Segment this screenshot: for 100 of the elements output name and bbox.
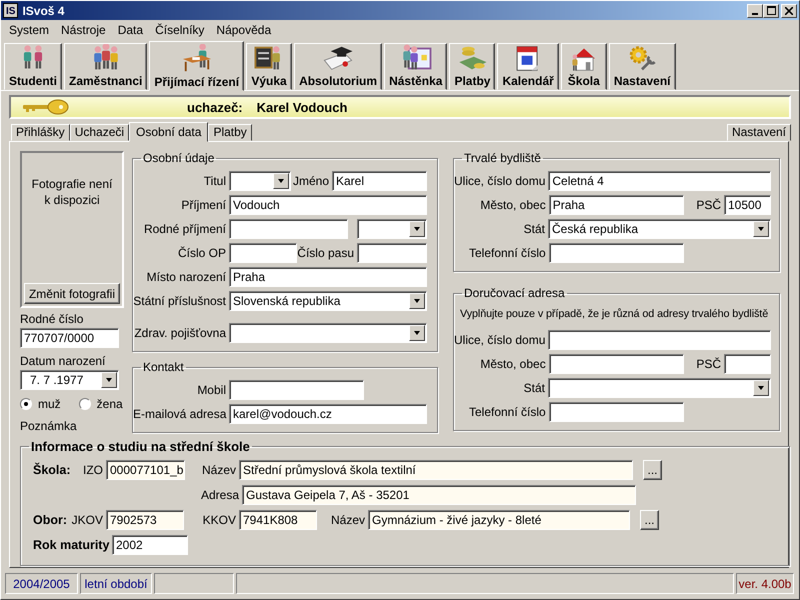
radio-button[interactable]: žena [78, 397, 123, 411]
module-tab[interactable]: Přijímací řízení [149, 41, 244, 91]
module-tab[interactable]: Škola [560, 43, 607, 90]
input-field[interactable]: Karel [332, 171, 427, 191]
group-title: Trvalé bydliště [463, 151, 542, 165]
tab[interactable]: Nastavení [726, 124, 791, 141]
input-field[interactable]: Gustava Geipela 7, Aš - 35201 [242, 485, 636, 505]
field-label: Telefonní číslo [468, 246, 546, 260]
field-label: Datum narození [20, 354, 106, 368]
menu-item[interactable]: Nápověda [210, 23, 278, 37]
menu-item[interactable]: Číselníky [149, 23, 210, 37]
dropdown-field[interactable] [548, 378, 771, 398]
module-tab[interactable]: Nástěnka [384, 43, 448, 90]
field-label: Stát [524, 222, 545, 236]
field-label: Rodné číslo [20, 312, 84, 326]
tab[interactable]: Platby [208, 124, 252, 141]
field-label: PSČ [696, 198, 721, 212]
field-label: Název [330, 513, 365, 527]
module-tab[interactable]: Studenti [4, 43, 62, 90]
input-field[interactable]: karel@vodouch.cz [229, 404, 427, 424]
input-field[interactable] [548, 354, 684, 374]
input-field[interactable]: 000077101_b [106, 460, 185, 480]
input-field[interactable]: Praha [548, 195, 684, 215]
input-field[interactable] [548, 330, 772, 350]
field-label: Stát [524, 381, 545, 395]
input-field[interactable] [229, 219, 348, 239]
row-heading: Obor: [33, 513, 68, 527]
dropdown-button[interactable] [409, 221, 425, 237]
field-label: Státní příslušnost [133, 294, 226, 308]
input-field[interactable] [229, 243, 298, 263]
menu-item[interactable]: Nástroje [55, 23, 112, 37]
field-label: Číslo OP [178, 246, 226, 260]
module-tab[interactable]: Platby [449, 43, 496, 90]
input-field[interactable]: 770707/0000 [20, 328, 119, 348]
app-logo: IS [3, 3, 18, 18]
tab[interactable]: Osobní data [129, 122, 208, 142]
module-tab[interactable]: Nastavení [608, 43, 676, 90]
photo-placeholder-text: Fotografie není k dispozici [30, 176, 114, 208]
dropdown-button[interactable] [409, 293, 425, 309]
date-picker[interactable]: 7. 7 .1977 [20, 370, 119, 390]
input-field[interactable]: 2002 [112, 535, 188, 555]
dropdown-field[interactable] [229, 171, 291, 191]
input-field[interactable]: 10500 [724, 195, 771, 215]
hint-text: Vyplňujte pouze v případě, že je různá od adresy trvalého bydliště [460, 308, 768, 320]
input-field[interactable]: Gymnázium - živé jazyky - 8leté [368, 510, 630, 530]
tab[interactable]: Uchazeči [70, 124, 130, 141]
close-icon [785, 6, 793, 14]
row-heading: Škola: [33, 463, 71, 477]
dropdown-button[interactable] [753, 221, 769, 237]
field-label: Město, obec [480, 198, 546, 212]
input-field[interactable]: Praha [229, 267, 427, 287]
input-field[interactable] [548, 243, 684, 263]
input-field[interactable] [229, 380, 364, 400]
input-field[interactable]: Střední průmyslová škola textilní [239, 460, 633, 480]
maximize-button[interactable] [763, 4, 779, 18]
group-title: Kontakt [142, 360, 185, 374]
field-label: Příjmení [181, 198, 226, 212]
field-label: Titul [204, 174, 226, 188]
group-title: Informace o studiu na střední škole [30, 439, 251, 454]
browse-button[interactable]: ... [643, 460, 662, 480]
dropdown-button[interactable] [101, 372, 117, 388]
status-text: letní období [80, 573, 152, 594]
dropdown-button[interactable] [753, 380, 769, 396]
status-text: 2004/2005 [5, 573, 78, 594]
field-label: IZO [83, 463, 103, 477]
module-tab[interactable]: Zaměstnanci [64, 43, 148, 90]
input-field[interactable] [357, 243, 427, 263]
input-field[interactable] [724, 354, 771, 374]
input-field[interactable]: Celetná 4 [548, 171, 772, 191]
module-tab[interactable]: Kalendář [497, 43, 559, 90]
module-tab[interactable]: Absolutorium [294, 43, 382, 90]
minimize-button[interactable] [747, 4, 763, 18]
dropdown-button[interactable] [409, 325, 425, 341]
dropdown-field[interactable]: Česká republika [548, 219, 771, 239]
radio-button[interactable]: muž [20, 397, 61, 411]
dropdown-field[interactable] [229, 323, 427, 343]
browse-button[interactable]: ... [640, 510, 659, 530]
field-label: E-mailová adresa [133, 407, 226, 421]
change-photo-button[interactable]: Změnit fotografii [24, 283, 120, 304]
dropdown-field[interactable]: Slovenská republika [229, 291, 427, 311]
module-tab[interactable]: Výuka [246, 43, 292, 90]
input-field[interactable]: 7902573 [106, 510, 184, 530]
close-button[interactable] [781, 4, 797, 18]
field-label: Město, obec [480, 357, 546, 371]
input-field[interactable]: Vodouch [229, 195, 427, 215]
tab[interactable]: Přihlášky [11, 124, 70, 141]
dropdown-button[interactable] [273, 173, 289, 189]
group-title: Doručovací adresa [463, 286, 566, 300]
field-label: Jméno [292, 174, 329, 188]
dropdown-field[interactable] [357, 219, 427, 239]
field-label: Zdrav. pojišťovna [134, 326, 226, 340]
key-icon [23, 99, 69, 115]
menu-item[interactable]: Data [112, 23, 150, 37]
menu-item[interactable]: System [3, 23, 56, 37]
field-label: Rodné příjmení [144, 222, 226, 236]
maximize-icon [766, 6, 776, 15]
input-field[interactable]: 7941K808 [239, 510, 317, 530]
field-label: KKOV [202, 513, 236, 527]
status-text: ver. 4.00b [736, 573, 794, 594]
input-field[interactable] [548, 402, 684, 422]
